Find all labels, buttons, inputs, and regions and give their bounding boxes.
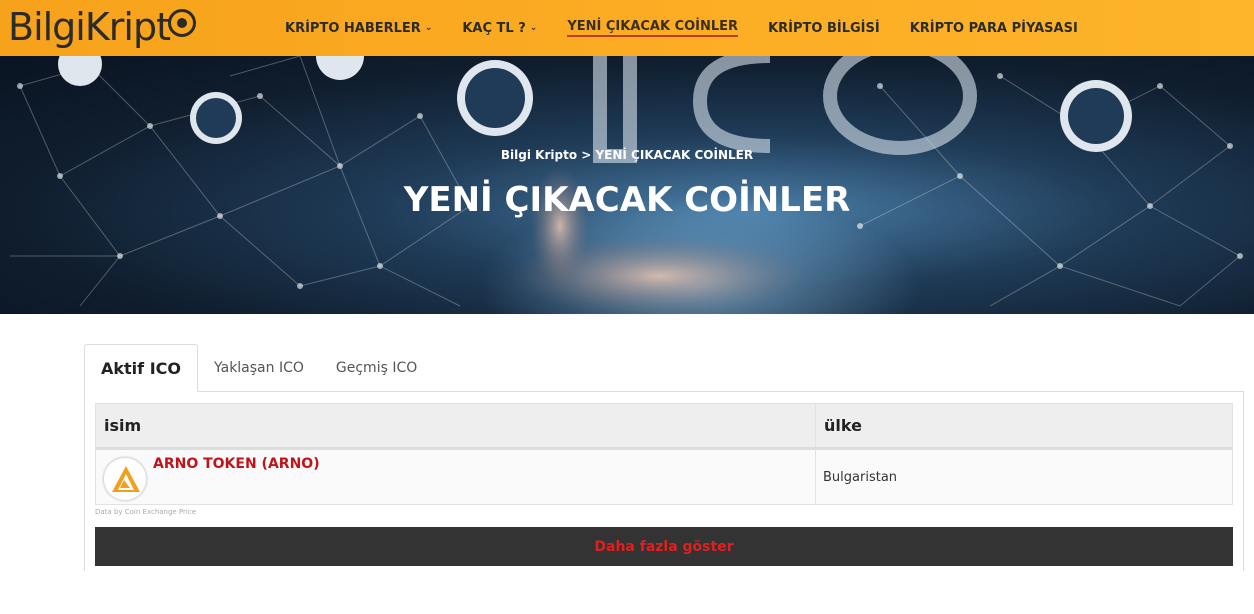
nav-label: KRİPTO BİLGİSİ: [768, 20, 880, 36]
nav-item-kac-tl[interactable]: KAÇ TL ? ⌄: [447, 21, 552, 36]
nav-item-kripto-para-piyasasi[interactable]: KRİPTO PARA PİYASASI: [895, 21, 1093, 36]
ico-tabs: Aktif ICO Yaklaşan ICO Geçmiş ICO: [84, 344, 433, 392]
column-header-country: ülke: [815, 403, 1233, 450]
ico-table: isim ülke ARNO TOKEN (ARNO) Bulgaristan: [95, 403, 1233, 505]
breadcrumb[interactable]: Bilgi Kripto > YENİ ÇIKACAK COİNLER: [0, 148, 1254, 162]
coin-logo-icon: [103, 457, 147, 501]
chevron-down-icon: ⌄: [529, 23, 538, 33]
chevron-down-icon: ⌄: [424, 23, 433, 33]
show-more-button[interactable]: Daha fazla göster: [95, 527, 1233, 566]
nav-label: KRİPTO PARA PİYASASI: [909, 20, 1078, 36]
main-nav: KRİPTO HABERLER ⌄ KAÇ TL ? ⌄ YENİ ÇIKACA…: [270, 0, 1093, 56]
logo-text: BilgiKript: [8, 5, 171, 49]
page-title: YENİ ÇIKACAK COİNLER: [403, 180, 851, 220]
tab-gecmis-ico[interactable]: Geçmiş ICO: [320, 344, 433, 392]
logo-coin-icon: [167, 9, 196, 37]
nav-label: YENİ ÇIKACAK COİNLER: [567, 19, 739, 37]
coin-name-link[interactable]: ARNO TOKEN (ARNO): [153, 456, 320, 472]
nav-label: KRİPTO HABERLER: [285, 20, 421, 36]
column-header-name: isim: [95, 403, 816, 450]
nav-item-kripto-bilgisi[interactable]: KRİPTO BİLGİSİ: [753, 21, 895, 36]
site-logo[interactable]: BilgiKript: [8, 2, 196, 52]
nav-item-kripto-haberler[interactable]: KRİPTO HABERLER ⌄: [270, 21, 447, 36]
nav-item-yeni-cikacak-coinler[interactable]: YENİ ÇIKACAK COİNLER: [552, 19, 753, 37]
coin-country-cell: Bulgaristan: [815, 448, 1233, 505]
hero-banner: Bilgi Kripto > YENİ ÇIKACAK COİNLER YENİ…: [0, 56, 1254, 314]
table-row: ARNO TOKEN (ARNO) Bulgaristan: [95, 448, 1233, 505]
site-header: BilgiKript KRİPTO HABERLER ⌄ KAÇ TL ? ⌄ …: [0, 0, 1254, 56]
coin-name-cell: ARNO TOKEN (ARNO): [95, 448, 816, 505]
data-credit[interactable]: Data by Coin Exchange Price: [95, 508, 196, 516]
tab-yaklasan-ico[interactable]: Yaklaşan ICO: [198, 344, 320, 392]
table-header-row: isim ülke: [95, 403, 1233, 450]
tab-aktif-ico[interactable]: Aktif ICO: [84, 344, 198, 392]
nav-label: KAÇ TL ?: [462, 20, 526, 36]
